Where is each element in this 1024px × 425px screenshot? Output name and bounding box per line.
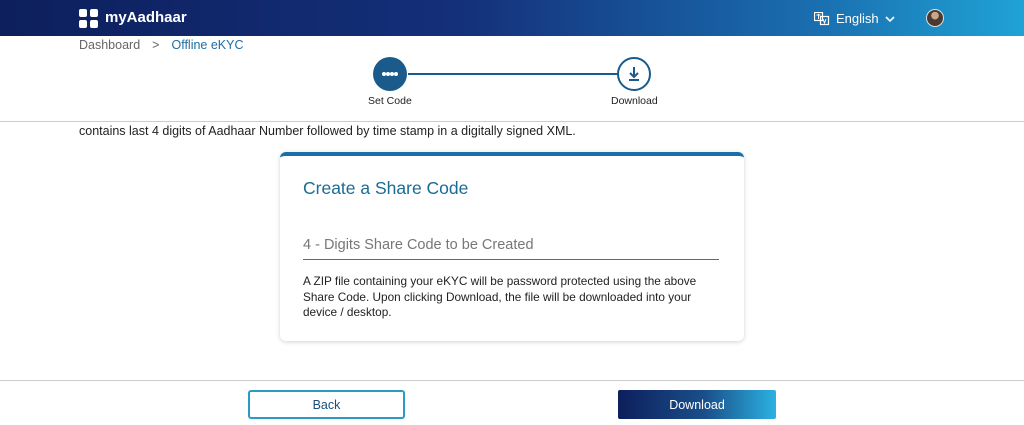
chevron-down-icon [885,15,895,23]
top-navigation-bar: myAadhaar English [0,0,1024,36]
breadcrumb-current: Offline eKYC [171,38,244,52]
grid-logo-icon[interactable] [79,9,98,28]
download-button[interactable]: Download [618,390,776,419]
divider [0,380,1024,381]
share-code-card: Create a Share Code 4 - Digits Share Cod… [280,152,744,341]
progress-stepper: Set Code Download [360,57,670,109]
share-code-input-underline [303,259,719,260]
breadcrumb-dashboard[interactable]: Dashboard [79,38,140,52]
dots-icon [382,72,398,76]
avatar[interactable] [926,9,944,27]
stepper-connector [408,73,618,75]
step-download [617,57,651,91]
card-title: Create a Share Code [303,178,469,198]
language-selector[interactable]: English [814,11,895,26]
back-button[interactable]: Back [248,390,405,419]
breadcrumb: Dashboard > Offline eKYC [79,38,244,52]
divider [0,121,1024,122]
language-label: English [836,11,879,26]
translate-icon [814,11,830,26]
share-code-input[interactable]: 4 - Digits Share Code to be Created [303,237,534,253]
info-text: contains last 4 digits of Aadhaar Number… [79,124,576,138]
card-description: A ZIP file containing your eKYC will be … [303,274,697,319]
brand-name[interactable]: myAadhaar [105,9,187,26]
step-label-download: Download [611,95,658,107]
download-icon [629,67,639,81]
step-set-code [373,57,407,91]
breadcrumb-separator: > [152,38,160,52]
step-label-set-code: Set Code [368,95,412,107]
